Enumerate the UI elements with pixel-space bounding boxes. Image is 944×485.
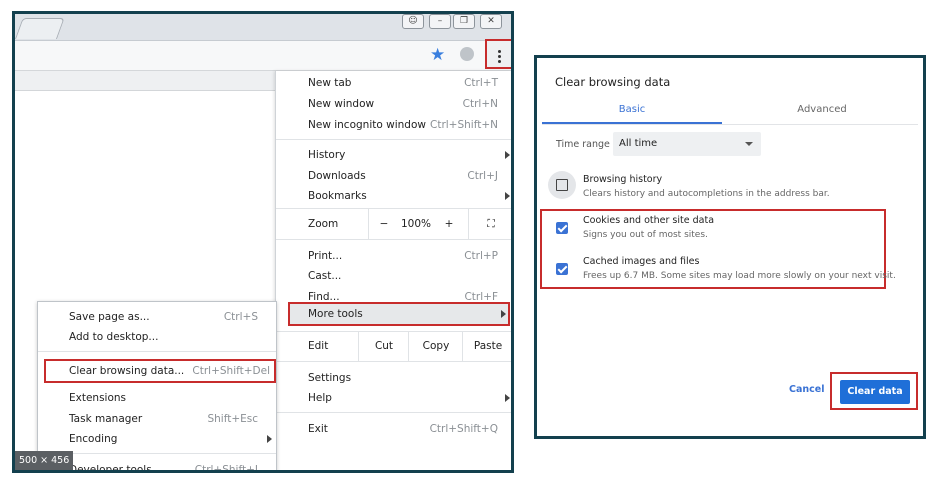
tabs-divider bbox=[542, 124, 918, 125]
menu-separator bbox=[276, 361, 511, 362]
checkbox-ripple bbox=[548, 171, 576, 199]
zoom-level: 100% bbox=[400, 218, 432, 230]
option-title-cached-images: Cached images and files bbox=[583, 256, 700, 267]
checkbox-cookies[interactable] bbox=[556, 222, 568, 234]
title-bar: ☺ – ❐ ✕ bbox=[15, 14, 511, 41]
tab-basic[interactable]: Basic bbox=[542, 96, 722, 124]
submenu-arrow-icon bbox=[505, 192, 510, 200]
edit-label: Edit bbox=[308, 340, 329, 352]
clear-data-button[interactable]: Clear data bbox=[840, 380, 910, 404]
menu-separator bbox=[38, 453, 276, 454]
checkbox-cached-images[interactable] bbox=[556, 263, 568, 275]
menu-separator bbox=[276, 331, 511, 332]
more-tools-label: More tools bbox=[308, 308, 363, 320]
submenu-arrow-icon bbox=[505, 151, 510, 159]
menu-item-new-incognito[interactable]: New incognito window bbox=[308, 116, 426, 134]
menu-item-new-window[interactable]: New window bbox=[308, 95, 374, 113]
menu-item-history[interactable]: History bbox=[308, 146, 345, 164]
menu-item-add-desktop[interactable]: Add to desktop... bbox=[69, 328, 158, 346]
menu-item-downloads[interactable]: Downloads bbox=[308, 167, 366, 185]
shortcut-new-window: Ctrl+N bbox=[462, 98, 498, 110]
menu-item-clear-browsing-data[interactable]: Clear browsing data... Ctrl+Shift+Del bbox=[44, 359, 276, 383]
restore-icon[interactable]: ❐ bbox=[453, 14, 475, 29]
kebab-dot-icon bbox=[498, 60, 501, 63]
profile-icon[interactable]: ☺ bbox=[402, 14, 424, 29]
copy-button[interactable]: Copy bbox=[408, 331, 463, 361]
submenu-arrow-icon bbox=[501, 310, 506, 318]
menu-item-bookmarks[interactable]: Bookmarks bbox=[308, 187, 367, 205]
submenu-arrow-icon bbox=[505, 394, 510, 402]
minimize-icon[interactable]: – bbox=[429, 14, 451, 29]
clear-browsing-dialog: Clear browsing data Basic Advanced Time … bbox=[534, 55, 926, 439]
menu-item-save-page[interactable]: Save page as... bbox=[69, 308, 150, 326]
zoom-in-button[interactable]: + bbox=[434, 209, 464, 239]
fullscreen-icon[interactable]: ⛶ bbox=[468, 209, 511, 239]
paste-button[interactable]: Paste bbox=[462, 331, 511, 361]
dropdown-caret-icon bbox=[745, 142, 753, 146]
shortcut-print: Ctrl+P bbox=[464, 250, 498, 262]
browser-window: ☺ – ❐ ✕ ★ New tab Ctrl+T New window Ctrl… bbox=[12, 11, 514, 473]
shortcut-developer-tools: Ctrl+Shift+I bbox=[194, 464, 258, 473]
menu-separator bbox=[276, 412, 511, 413]
shortcut-new-tab: Ctrl+T bbox=[464, 77, 498, 89]
menu-item-exit[interactable]: Exit bbox=[308, 420, 328, 438]
menu-item-developer-tools[interactable]: Developer tools bbox=[69, 461, 152, 470]
menu-item-new-tab[interactable]: New tab bbox=[308, 74, 351, 92]
time-range-value: All time bbox=[619, 138, 658, 149]
time-range-label: Time range bbox=[556, 139, 610, 150]
menu-separator bbox=[276, 139, 511, 140]
shortcut-exit: Ctrl+Shift+Q bbox=[429, 423, 498, 435]
tab-advanced[interactable]: Advanced bbox=[727, 96, 917, 124]
cut-button[interactable]: Cut bbox=[358, 331, 409, 361]
option-subtitle-cached-images: Frees up 6.7 MB. Some sites may load mor… bbox=[583, 271, 896, 281]
toolbar: ★ bbox=[15, 41, 511, 71]
menu-item-help[interactable]: Help bbox=[308, 389, 332, 407]
kebab-dot-icon bbox=[498, 55, 501, 58]
dialog-title: Clear browsing data bbox=[555, 75, 671, 89]
option-title-cookies: Cookies and other site data bbox=[583, 215, 715, 226]
menu-item-more-tools[interactable]: More tools bbox=[288, 302, 510, 326]
zoom-out-button[interactable]: − bbox=[368, 209, 399, 239]
option-subtitle-cookies: Signs you out of most sites. bbox=[583, 230, 708, 240]
extension-icon[interactable] bbox=[460, 47, 474, 61]
menu-separator bbox=[38, 351, 276, 352]
menu-item-extensions[interactable]: Extensions bbox=[69, 389, 126, 407]
cancel-button[interactable]: Cancel bbox=[789, 384, 824, 395]
menu-item-cast[interactable]: Cast... bbox=[308, 267, 341, 285]
clear-browsing-label: Clear browsing data... bbox=[69, 365, 185, 377]
zoom-label: Zoom bbox=[308, 218, 339, 230]
menu-item-settings[interactable]: Settings bbox=[308, 369, 351, 387]
more-tools-submenu: Save page as... Ctrl+S Add to desktop...… bbox=[37, 301, 277, 473]
submenu-arrow-icon bbox=[267, 435, 272, 443]
shortcut-downloads: Ctrl+J bbox=[467, 170, 498, 182]
menu-separator bbox=[276, 239, 511, 240]
shortcut-save-page: Ctrl+S bbox=[223, 311, 258, 323]
shortcut-task-manager: Shift+Esc bbox=[207, 413, 258, 425]
option-subtitle-browsing-history: Clears history and autocompletions in th… bbox=[583, 189, 830, 199]
menu-item-print[interactable]: Print... bbox=[308, 247, 342, 265]
zoom-row: Zoom − 100% + ⛶ bbox=[276, 209, 511, 239]
time-range-select[interactable]: All time bbox=[613, 132, 761, 156]
menu-item-task-manager[interactable]: Task manager bbox=[69, 410, 142, 428]
shortcut-new-incognito: Ctrl+Shift+N bbox=[430, 119, 498, 131]
image-size-badge: 500 × 456 bbox=[15, 451, 74, 470]
bookmark-star-icon[interactable]: ★ bbox=[430, 45, 445, 65]
checkbox-browsing-history[interactable] bbox=[556, 179, 568, 191]
chrome-main-menu: New tab Ctrl+T New window Ctrl+N New inc… bbox=[275, 71, 511, 470]
browser-tab[interactable] bbox=[15, 18, 65, 39]
shortcut-clear-browsing: Ctrl+Shift+Del bbox=[192, 365, 270, 377]
option-title-browsing-history: Browsing history bbox=[583, 174, 663, 185]
close-icon[interactable]: ✕ bbox=[480, 14, 502, 29]
menu-item-encoding[interactable]: Encoding bbox=[69, 430, 117, 448]
chrome-menu-button[interactable] bbox=[485, 39, 511, 69]
kebab-dot-icon bbox=[498, 50, 501, 53]
edit-row: Edit Cut Copy Paste bbox=[276, 331, 511, 361]
